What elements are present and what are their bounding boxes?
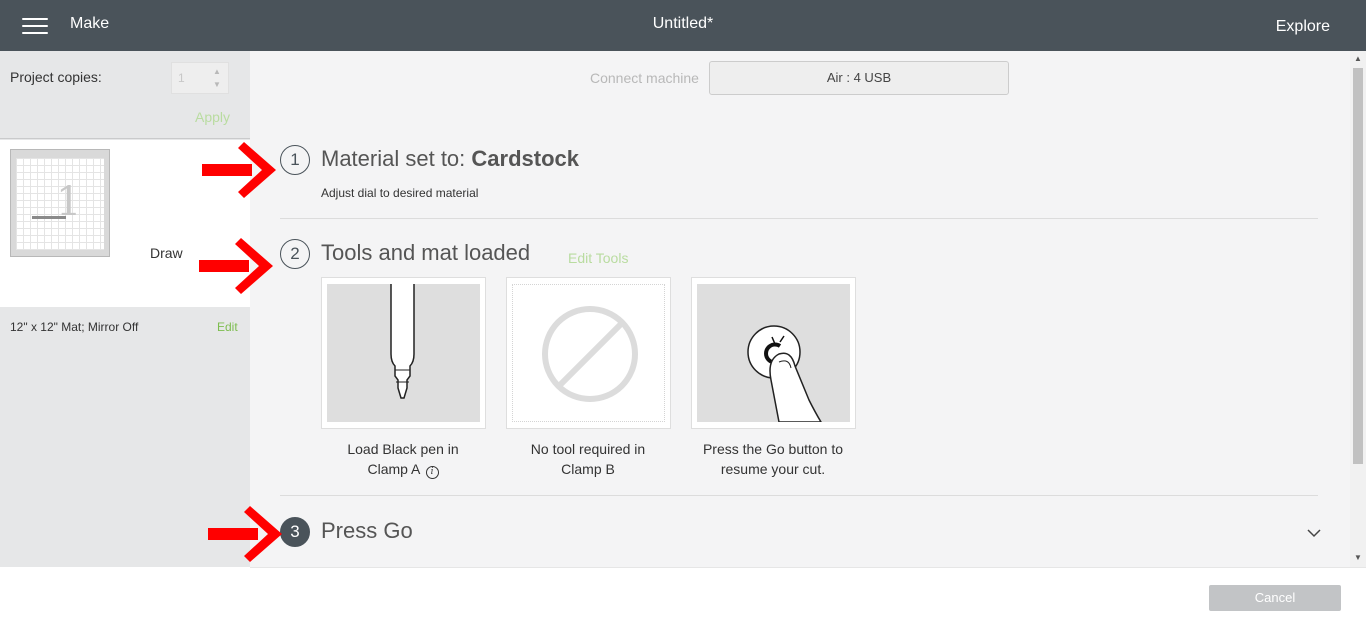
tool-card-clamp-a	[321, 277, 486, 429]
cancel-button[interactable]: Cancel	[1209, 585, 1341, 611]
tool-press-go-line2: resume your cut.	[720, 461, 826, 477]
step-1-subtitle: Adjust dial to desired material	[321, 186, 479, 200]
step-1-number: 1	[280, 145, 310, 175]
divider	[280, 495, 1318, 496]
tool-clamp-a-line2: Clamp A	[367, 461, 420, 477]
project-copies-label: Project copies:	[10, 69, 102, 85]
pen-tool-image	[327, 284, 480, 422]
mat-caption: 12" x 12" Mat; Mirror Off	[10, 320, 139, 334]
header-section-title: Make	[70, 15, 110, 32]
mat-preview-thumbnail[interactable]: 1	[10, 149, 110, 257]
tool-clamp-b-line1: No tool required in	[530, 441, 646, 457]
info-icon[interactable]: i	[425, 466, 439, 479]
no-tool-image	[512, 284, 665, 422]
step-3-title[interactable]: Press Go	[321, 518, 413, 544]
press-go-icon	[747, 325, 823, 423]
step-1-title-prefix: Material set to:	[321, 146, 472, 171]
tool-clamp-b-line2: Clamp B	[561, 461, 615, 477]
mat-preview-text-mark	[32, 216, 66, 219]
tool-clamp-a-text: Load Black pen in Clamp A i	[313, 439, 493, 479]
chevron-down-icon[interactable]	[1306, 525, 1322, 541]
project-copies-panel: Project copies: 1 ▲ ▼ Apply	[0, 51, 250, 139]
tool-clamp-a-line2-row: Clamp A i	[313, 459, 493, 479]
annotation-arrow-icon	[199, 238, 273, 294]
tool-card-press-go	[691, 277, 856, 429]
sidebar: Project copies: 1 ▲ ▼ Apply 1 Draw 12" x…	[0, 51, 250, 567]
app-header: Make Untitled* Explore	[0, 0, 1366, 51]
mat-operation-label: Draw	[150, 245, 183, 261]
pen-icon	[390, 284, 415, 399]
press-go-image	[697, 284, 850, 423]
tool-press-go-line1: Press the Go button to	[702, 441, 844, 457]
footer-bar: Cancel	[250, 567, 1366, 625]
stepper-down-icon[interactable]: ▼	[212, 81, 222, 89]
annotation-arrow-icon	[202, 142, 276, 198]
project-title: Untitled*	[652, 15, 714, 32]
scroll-up-arrow-icon[interactable]: ▲	[1354, 54, 1362, 63]
divider	[280, 218, 1318, 219]
stepper-up-icon[interactable]: ▲	[212, 68, 222, 76]
step-2-title: Tools and mat loaded	[321, 240, 531, 265]
scrollbar-thumb[interactable]	[1353, 68, 1363, 464]
scroll-down-arrow-icon[interactable]: ▼	[1354, 553, 1362, 562]
project-copies-value: 1	[178, 71, 185, 85]
connect-machine-label: Connect machine	[590, 70, 699, 86]
tool-clamp-b-text: No tool required in Clamp B	[498, 439, 678, 479]
material-name: Cardstock	[471, 146, 579, 171]
mat-grid: 1	[16, 158, 104, 250]
vertical-scrollbar[interactable]: ▲ ▼	[1350, 51, 1366, 567]
main-panel: Connect machine Air : 4 USB 1 Material s…	[250, 51, 1350, 567]
apply-button[interactable]: Apply	[195, 109, 230, 125]
tool-clamp-a-line1: Load Black pen in	[347, 441, 459, 457]
tool-card-clamp-b	[506, 277, 671, 429]
explore-button[interactable]: Explore	[1276, 18, 1330, 36]
machine-select[interactable]: Air : 4 USB	[709, 61, 1009, 95]
annotation-arrow-icon	[208, 506, 282, 562]
mat-edit-link[interactable]: Edit	[217, 320, 238, 334]
hamburger-menu-icon[interactable]	[22, 18, 48, 36]
edit-tools-link[interactable]: Edit Tools	[568, 250, 628, 266]
step-1-title: Material set to: Cardstock	[321, 146, 579, 172]
project-copies-input[interactable]: 1 ▲ ▼	[171, 62, 229, 94]
tool-press-go-text: Press the Go button to resume your cut.	[683, 439, 863, 479]
no-tool-icon	[542, 306, 638, 402]
step-2-number: 2	[280, 239, 310, 269]
